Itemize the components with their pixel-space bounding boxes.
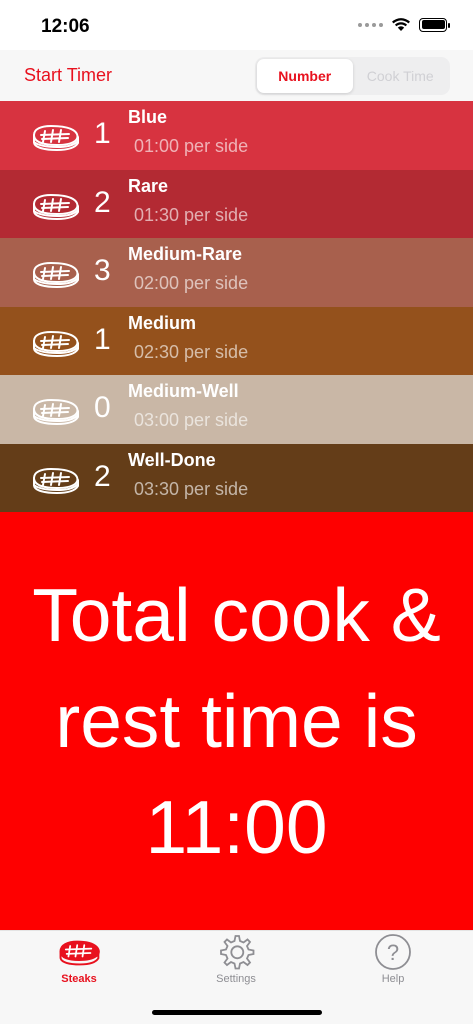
steak-time: 03:30 per side <box>134 478 249 499</box>
total-line-2: rest time is <box>55 679 418 763</box>
steak-row-blue[interactable]: 1 Blue 01:00 per side <box>0 101 473 170</box>
wifi-icon <box>392 18 410 31</box>
steak-row-medium-well[interactable]: 0 Medium-Well 03:00 per side <box>0 375 473 444</box>
total-time-panel: Total cook & rest time is 11:00 <box>0 512 473 930</box>
steak-count: 0 <box>94 391 111 424</box>
steak-name: Well-Done <box>128 449 216 470</box>
steak-count: 3 <box>94 254 111 287</box>
steak-time: 01:30 per side <box>134 204 249 225</box>
steak-row-well-done[interactable]: 2 Well-Done 03:30 per side <box>0 443 473 512</box>
steak-icon <box>33 262 79 288</box>
steak-time: 02:00 per side <box>134 273 249 293</box>
steak-row-medium-rare[interactable]: 3 Medium-Rare 02:00 per side <box>0 238 473 307</box>
steak-name: Medium-Well <box>128 381 239 401</box>
tab-steaks[interactable]: Steaks <box>29 933 129 985</box>
battery-icon <box>419 17 450 32</box>
question-circle-icon: ? <box>375 934 411 970</box>
segment-cook-time[interactable]: Cook Time <box>353 59 449 93</box>
steak-count: 2 <box>94 185 111 219</box>
total-time-value: 11:00 <box>145 785 328 869</box>
steak-list: 1 Blue 01:00 per side 2 Rare 01:30 per s… <box>0 101 473 512</box>
tab-label: Help <box>381 973 405 985</box>
steak-count: 1 <box>94 117 111 150</box>
total-line-1: Total cook & <box>32 573 441 657</box>
steak-name: Medium-Rare <box>128 244 243 264</box>
start-timer-button[interactable]: Start Timer <box>24 65 112 86</box>
status-icons <box>358 17 450 32</box>
steak-name: Rare <box>128 175 169 196</box>
home-indicator <box>152 1010 322 1015</box>
steak-name: Medium <box>128 312 197 333</box>
steak-time: 02:30 per side <box>134 341 249 362</box>
steak-row-medium[interactable]: 1 Medium 02:30 per side <box>0 306 473 375</box>
gear-icon <box>220 935 255 970</box>
steak-icon <box>33 399 79 425</box>
segment-number[interactable]: Number <box>257 59 353 93</box>
steak-time: 01:00 per side <box>134 136 249 156</box>
svg-text:?: ? <box>387 940 399 965</box>
steak-row-rare[interactable]: 2 Rare 01:30 per side <box>0 169 473 238</box>
tab-label: Settings <box>216 973 256 985</box>
tab-settings[interactable]: Settings <box>186 933 286 985</box>
steak-icon <box>33 125 79 151</box>
steak-icon <box>33 467 79 494</box>
tab-label: Steaks <box>61 973 97 985</box>
steak-count: 1 <box>94 322 111 356</box>
steak-name: Blue <box>128 107 168 127</box>
sort-segmented-control: Number Cook Time <box>255 57 450 95</box>
status-bar: 12:06 <box>0 0 473 50</box>
steak-icon <box>33 193 79 220</box>
steak-count: 2 <box>94 459 111 493</box>
tab-help[interactable]: ? Help <box>343 933 443 985</box>
total-time-text: Total cook & rest time is 11:00 <box>0 562 473 880</box>
steak-time: 03:00 per side <box>134 410 249 430</box>
status-time: 12:06 <box>41 16 90 37</box>
steak-icon <box>59 940 100 966</box>
navigation-bar: Start Timer Number Cook Time <box>0 50 473 101</box>
steak-icon <box>33 330 79 357</box>
cellular-signal-icon <box>358 22 383 27</box>
